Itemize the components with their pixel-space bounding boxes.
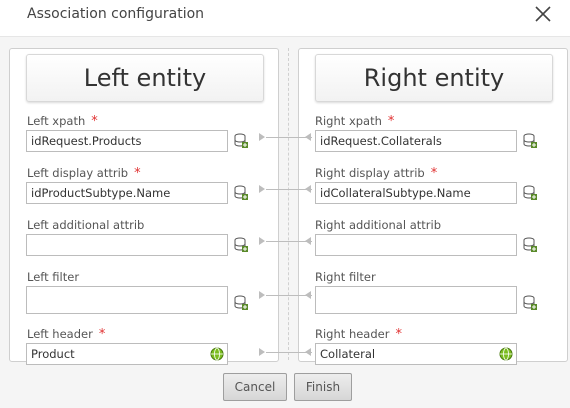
right-filter-input[interactable] [315,286,517,314]
right-filter-label: Right filter [315,270,376,284]
left-header-input[interactable] [26,343,228,365]
globe-icon[interactable] [210,347,224,361]
required-marker: * [98,327,106,342]
required-marker: * [91,114,98,129]
right-header-label: Right header * [315,327,402,342]
close-icon[interactable] [533,4,553,24]
database-add-icon[interactable] [234,295,248,311]
right-xpath-label: Right xpath * [315,114,395,129]
database-add-icon[interactable] [523,237,537,253]
left-xpath-label: Left xpath * [27,114,98,129]
right-display-input[interactable] [315,182,517,204]
left-additional-label: Left additional attrib [27,218,145,232]
left-display-label: Left display attrib * [27,166,141,181]
left-additional-input[interactable] [26,234,228,256]
database-add-icon[interactable] [523,295,537,311]
database-add-icon[interactable] [234,133,248,149]
dialog-title: Association configuration [27,6,205,22]
database-add-icon[interactable] [523,185,537,201]
left-entity-title: Left entity [26,54,264,102]
right-xpath-input[interactable] [315,130,517,152]
left-filter-label: Left filter [27,270,80,284]
left-filter-input[interactable] [26,286,228,314]
divider [288,48,289,360]
right-additional-label: Right additional attrib [315,218,441,232]
left-xpath-input[interactable] [26,130,228,152]
left-display-input[interactable] [26,182,228,204]
database-add-icon[interactable] [234,185,248,201]
database-add-icon[interactable] [523,133,537,149]
database-add-icon[interactable] [234,237,248,253]
title-bar: Association configuration [0,0,570,36]
right-header-input[interactable] [315,343,517,365]
right-display-label: Right display attrib * [315,166,438,181]
cancel-button[interactable]: Cancel [223,373,287,401]
finish-button[interactable]: Finish [294,373,352,401]
left-header-label: Left header * [27,327,106,342]
required-marker: * [395,327,402,342]
required-marker: * [134,166,141,181]
right-additional-input[interactable] [315,234,517,256]
required-marker: * [387,114,395,129]
globe-icon[interactable] [499,347,513,361]
required-marker: * [430,166,438,181]
right-entity-title: Right entity [315,54,553,102]
